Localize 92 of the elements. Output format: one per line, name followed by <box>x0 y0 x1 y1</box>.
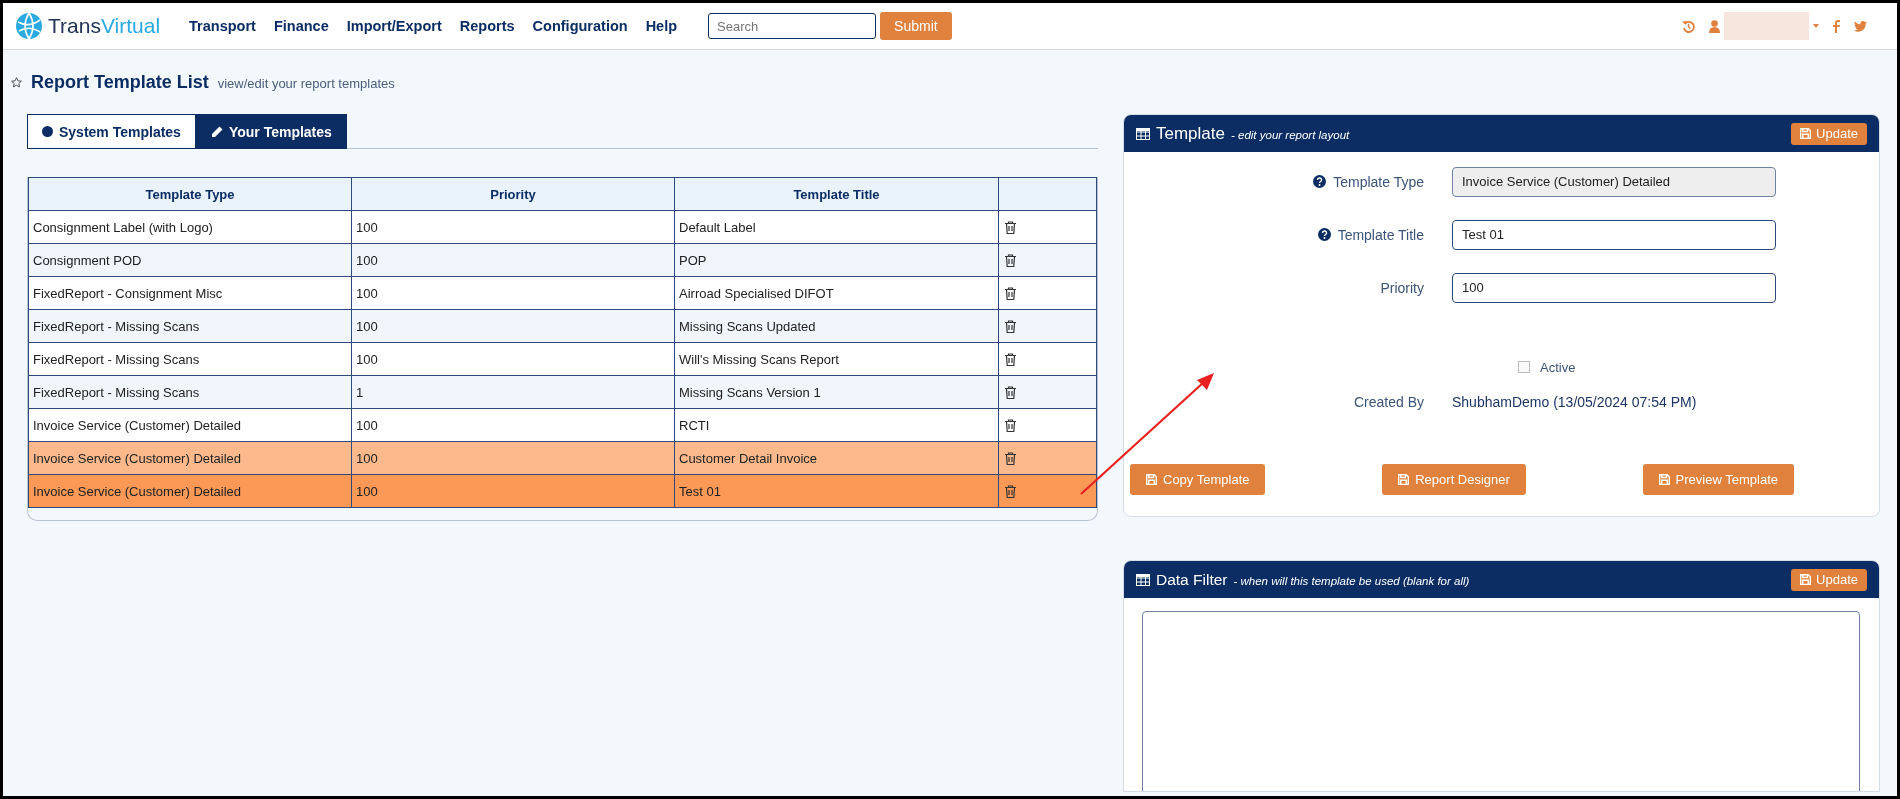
table-cell: 100 <box>351 441 675 475</box>
table-cell: 100 <box>351 474 675 508</box>
table-cell: Invoice Service (Customer) Detailed <box>28 408 352 442</box>
page-subtitle: view/edit your report templates <box>217 76 395 91</box>
tab[interactable]: System Templates <box>27 114 196 149</box>
table-cell: 100 <box>351 243 675 277</box>
logo-text: TransVirtual <box>48 14 161 38</box>
save-icon <box>1146 474 1157 485</box>
table-icon <box>1136 127 1150 140</box>
table-icon <box>1136 573 1150 586</box>
table-cell: POP <box>674 243 999 277</box>
help-icon <box>1317 228 1331 241</box>
star-icon[interactable] <box>11 77 22 88</box>
field-label: Template Title <box>1337 226 1424 243</box>
table-cell: 100 <box>351 309 675 343</box>
save-icon <box>1800 128 1812 139</box>
table-cell: Customer Detail Invoice <box>674 441 999 475</box>
search-field[interactable]: Search <box>708 13 877 39</box>
trash-icon[interactable] <box>1005 253 1016 267</box>
help-icon <box>1313 175 1327 188</box>
trash-icon[interactable] <box>1005 286 1016 300</box>
table-row[interactable]: Invoice Service (Customer) Detailed 100 Customer Detail Invoice <box>28 441 1097 475</box>
page-title: Report Template List <box>31 72 209 93</box>
nav-link[interactable]: Reports <box>450 18 524 34</box>
twitter-icon[interactable] <box>1854 20 1867 32</box>
nav-link[interactable]: Configuration <box>523 18 637 34</box>
trash-icon[interactable] <box>1005 385 1016 399</box>
save-icon <box>1398 474 1410 485</box>
nav-link[interactable]: Help <box>636 18 687 34</box>
table-cell: Missing Scans Updated <box>674 309 999 343</box>
nav-link[interactable]: Transport <box>180 18 265 34</box>
table-cell: RCTI <box>674 408 999 442</box>
table-cell: 100 <box>351 276 675 310</box>
table-cell: 1 <box>351 375 675 409</box>
table-cell: FixedReport - Missing Scans <box>28 309 352 343</box>
circle-icon <box>42 126 53 137</box>
trash-icon[interactable] <box>1005 319 1016 333</box>
table-row[interactable]: FixedReport - Missing Scans 100 Missing Scans Updated <box>28 309 1097 343</box>
table-cell: Will's Missing Scans Report <box>674 342 999 376</box>
panel-title: Data Filter <box>1156 570 1228 589</box>
user-icon[interactable] <box>1709 19 1720 33</box>
table-row[interactable]: Invoice Service (Customer) Detailed 100 RCTI <box>28 408 1097 442</box>
globe-logo-icon <box>15 12 43 40</box>
trash-icon[interactable] <box>1005 451 1016 465</box>
column-header: Template Type <box>28 177 352 211</box>
table-row[interactable]: Consignment POD 100 POP <box>28 243 1097 277</box>
table-cell: Consignment POD <box>28 243 352 277</box>
nav-link[interactable]: Import/Export <box>337 18 451 34</box>
table-cell: FixedReport - Missing Scans <box>28 342 352 376</box>
table-cell: 100 <box>351 210 675 244</box>
table-row[interactable]: FixedReport - Missing Scans 1 Missing Scans Version 1 <box>28 375 1097 409</box>
facebook-icon[interactable] <box>1833 19 1840 33</box>
table-row[interactable]: FixedReport - Missing Scans 100 Will's Missing Scans Report <box>28 342 1097 376</box>
trash-icon[interactable] <box>1005 484 1016 498</box>
table-cell: FixedReport - Missing Scans <box>28 375 352 409</box>
trash-icon[interactable] <box>1005 352 1016 366</box>
input-field[interactable]: 100 <box>1452 272 1776 303</box>
input-field[interactable]: Test 01 <box>1452 219 1776 250</box>
column-header: Template Title <box>674 177 999 211</box>
field-label: Created By <box>1353 394 1424 410</box>
table-cell: FixedReport - Consignment Misc <box>28 276 352 310</box>
table-row[interactable]: FixedReport - Consignment Misc 100 Airroad Specialised DIFOT <box>28 276 1097 310</box>
table-cell: Missing Scans Version 1 <box>674 375 999 409</box>
trash-icon[interactable] <box>1005 220 1016 234</box>
table-cell: Invoice Service (Customer) Detailed <box>28 474 352 508</box>
caret-icon[interactable] <box>1813 24 1819 28</box>
nav-link[interactable]: Finance <box>264 18 338 34</box>
created-by-value: ShubhamDemo (13/05/2024 07:54 PM) <box>1452 394 1698 410</box>
table-cell: Airroad Specialised DIFOT <box>674 276 999 310</box>
field-label: Template Type <box>1333 173 1424 190</box>
readonly-field[interactable]: Invoice Service (Customer) Detailed <box>1452 166 1776 197</box>
active-checkbox[interactable] <box>1518 361 1530 373</box>
table-cell: 100 <box>351 408 675 442</box>
save-icon <box>1800 574 1812 585</box>
table-cell: 100 <box>351 342 675 376</box>
table-cell: Default Label <box>674 210 999 244</box>
panel-title: Template <box>1156 123 1225 144</box>
history-icon[interactable] <box>1682 19 1695 33</box>
pencil-icon <box>210 125 223 138</box>
table-row[interactable]: Invoice Service (Customer) Detailed 100 Test 01 <box>28 474 1097 508</box>
field-label: Priority <box>1380 279 1424 296</box>
panel-subtitle: - edit your report layout <box>1231 128 1350 141</box>
table-cell: Test 01 <box>674 474 999 508</box>
table-cell: Invoice Service (Customer) Detailed <box>28 441 352 475</box>
trash-icon[interactable] <box>1005 418 1016 432</box>
save-icon <box>1658 474 1670 485</box>
checkbox-label: Active <box>1540 359 1576 375</box>
table-cell: Consignment Label (with Logo) <box>28 210 352 244</box>
tab[interactable]: Your Templates <box>195 114 347 149</box>
column-header: Priority <box>351 177 675 211</box>
panel-subtitle: - when will this template be used (blank for all) <box>1233 574 1470 587</box>
table-row[interactable]: Consignment Label (with Logo) 100 Default Label <box>28 210 1097 244</box>
